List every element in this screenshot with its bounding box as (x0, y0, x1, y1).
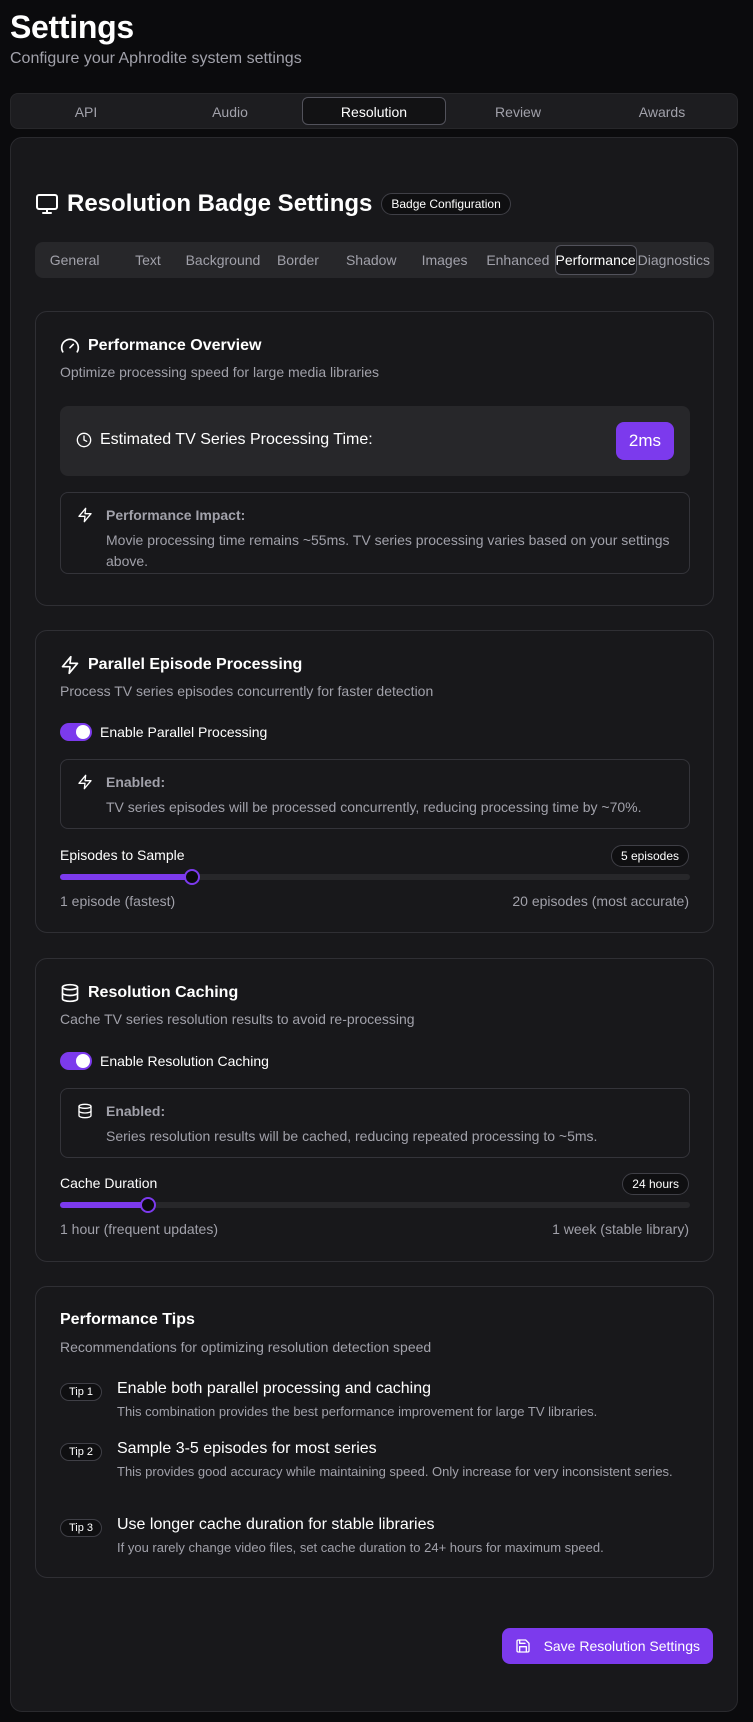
tab-awards[interactable]: Awards (590, 97, 734, 125)
database-icon (77, 1103, 93, 1119)
resolution-caching-card: Resolution Caching Cache TV series resol… (35, 958, 714, 1262)
parallel-enabled-box: Enabled: TV series episodes will be proc… (60, 759, 690, 829)
cache-duration-label: Cache Duration (60, 1175, 158, 1191)
resolution-panel: Resolution Badge Settings Badge Configur… (10, 137, 738, 1712)
parallel-processing-card: Parallel Episode Processing Process TV s… (35, 630, 714, 933)
episodes-slider-max: 20 episodes (most accurate) (512, 893, 689, 909)
database-icon (60, 983, 80, 1003)
performance-tips-title: Performance Tips (60, 1311, 195, 1328)
episodes-slider-min: 1 episode (fastest) (60, 893, 176, 909)
cache-slider-max: 1 week (stable library) (552, 1221, 689, 1237)
save-icon (515, 1638, 531, 1654)
tip-text: If you rarely change video files, set ca… (117, 1540, 604, 1555)
resolution-caching-toggle[interactable] (60, 1052, 92, 1070)
subtab-background[interactable]: Background (185, 245, 262, 275)
cache-slider-thumb[interactable] (140, 1197, 157, 1213)
performance-impact-box: Performance Impact: Movie processing tim… (60, 492, 690, 574)
page-subtitle: Configure your Aphrodite system settings (10, 50, 302, 67)
caching-enabled-text: Series resolution results will be cached… (106, 1128, 598, 1144)
subtab-images[interactable]: Images (408, 245, 481, 275)
episodes-sample-label: Episodes to Sample (60, 847, 185, 863)
episodes-slider-fill (60, 874, 193, 880)
subtab-general[interactable]: General (38, 245, 111, 275)
page-title: Settings (10, 9, 134, 45)
cache-slider-min: 1 hour (frequent updates) (60, 1221, 218, 1237)
zap-icon (77, 507, 93, 523)
tab-resolution[interactable]: Resolution (302, 97, 446, 125)
parallel-processing-title: Parallel Episode Processing (60, 655, 302, 675)
subtab-border[interactable]: Border (261, 245, 334, 275)
resolution-caching-title: Resolution Caching (60, 983, 238, 1003)
performance-impact-title: Performance Impact: (106, 507, 246, 523)
badge-configuration-pill: Badge Configuration (381, 193, 511, 215)
tip-title: Use longer cache duration for stable lib… (117, 1516, 435, 1533)
subtab-text[interactable]: Text (111, 245, 184, 275)
tab-review[interactable]: Review (446, 97, 590, 125)
sub-tabs: General Text Background Border Shadow Im… (35, 242, 714, 278)
page-header: Settings Configure your Aphrodite system… (10, 8, 302, 68)
main-tabs: API Audio Resolution Review Awards (10, 93, 738, 129)
cache-duration-slider[interactable] (60, 1197, 690, 1213)
tip-badge: Tip 3 (60, 1519, 103, 1537)
gauge-icon (60, 336, 80, 356)
caching-enabled-box: Enabled: Series resolution results will … (60, 1088, 690, 1158)
monitor-icon (35, 192, 59, 216)
caching-enabled-title: Enabled: (106, 1103, 166, 1119)
parallel-enabled-text: TV series episodes will be processed con… (106, 799, 642, 815)
resolution-caching-desc: Cache TV series resolution results to av… (60, 1011, 415, 1027)
parallel-processing-toggle[interactable] (60, 723, 92, 741)
cache-duration-value: 24 hours (622, 1173, 689, 1195)
estimated-time-box: Estimated TV Series Processing Time: 2ms (60, 406, 690, 476)
caching-toggle-row: Enable Resolution Caching (60, 1052, 269, 1070)
clock-icon (76, 432, 92, 448)
episodes-sample-value: 5 episodes (610, 845, 689, 867)
badge-settings-title: Resolution Badge Settings (67, 190, 373, 217)
tip-badge: Tip 1 (60, 1383, 103, 1401)
zap-icon (77, 774, 93, 790)
parallel-toggle-row: Enable Parallel Processing (60, 723, 267, 741)
save-resolution-settings-button[interactable]: Save Resolution Settings (501, 1628, 713, 1664)
badge-header: Resolution Badge Settings Badge Configur… (35, 190, 511, 218)
episodes-slider-thumb[interactable] (184, 869, 201, 885)
subtab-diagnostics[interactable]: Diagnostics (637, 245, 711, 275)
performance-tips-card: Performance Tips Recommendations for opt… (35, 1286, 714, 1578)
estimated-time-value: 2ms (615, 422, 674, 460)
performance-impact-text: Movie processing time remains ~55ms. TV … (106, 532, 670, 569)
save-button-label: Save Resolution Settings (543, 1638, 700, 1654)
parallel-enabled-title: Enabled: (106, 774, 166, 790)
estimated-time-label: Estimated TV Series Processing Time: (76, 431, 373, 449)
tip-title: Sample 3-5 episodes for most series (117, 1440, 377, 1457)
parallel-toggle-label: Enable Parallel Processing (100, 724, 268, 740)
parallel-processing-desc: Process TV series episodes concurrently … (60, 683, 434, 699)
tip-title: Enable both parallel processing and cach… (117, 1380, 431, 1397)
cache-slider-fill (60, 1202, 149, 1208)
subtab-shadow[interactable]: Shadow (335, 245, 408, 275)
subtab-enhanced[interactable]: Enhanced (481, 245, 554, 275)
tip-text: This combination provides the best perfo… (117, 1404, 598, 1419)
performance-overview-title: Performance Overview (60, 336, 261, 356)
performance-overview-desc: Optimize processing speed for large medi… (60, 364, 380, 380)
zap-icon (60, 655, 80, 675)
episodes-sample-slider[interactable] (60, 869, 690, 885)
tab-audio[interactable]: Audio (158, 97, 302, 125)
tip-text: This provides good accuracy while mainta… (117, 1464, 673, 1479)
performance-tips-desc: Recommendations for optimizing resolutio… (60, 1339, 432, 1355)
performance-overview-card: Performance Overview Optimize processing… (35, 311, 714, 606)
subtab-performance[interactable]: Performance (554, 245, 637, 275)
tab-api[interactable]: API (14, 97, 158, 125)
caching-toggle-label: Enable Resolution Caching (100, 1053, 269, 1069)
tip-badge: Tip 2 (60, 1443, 103, 1461)
